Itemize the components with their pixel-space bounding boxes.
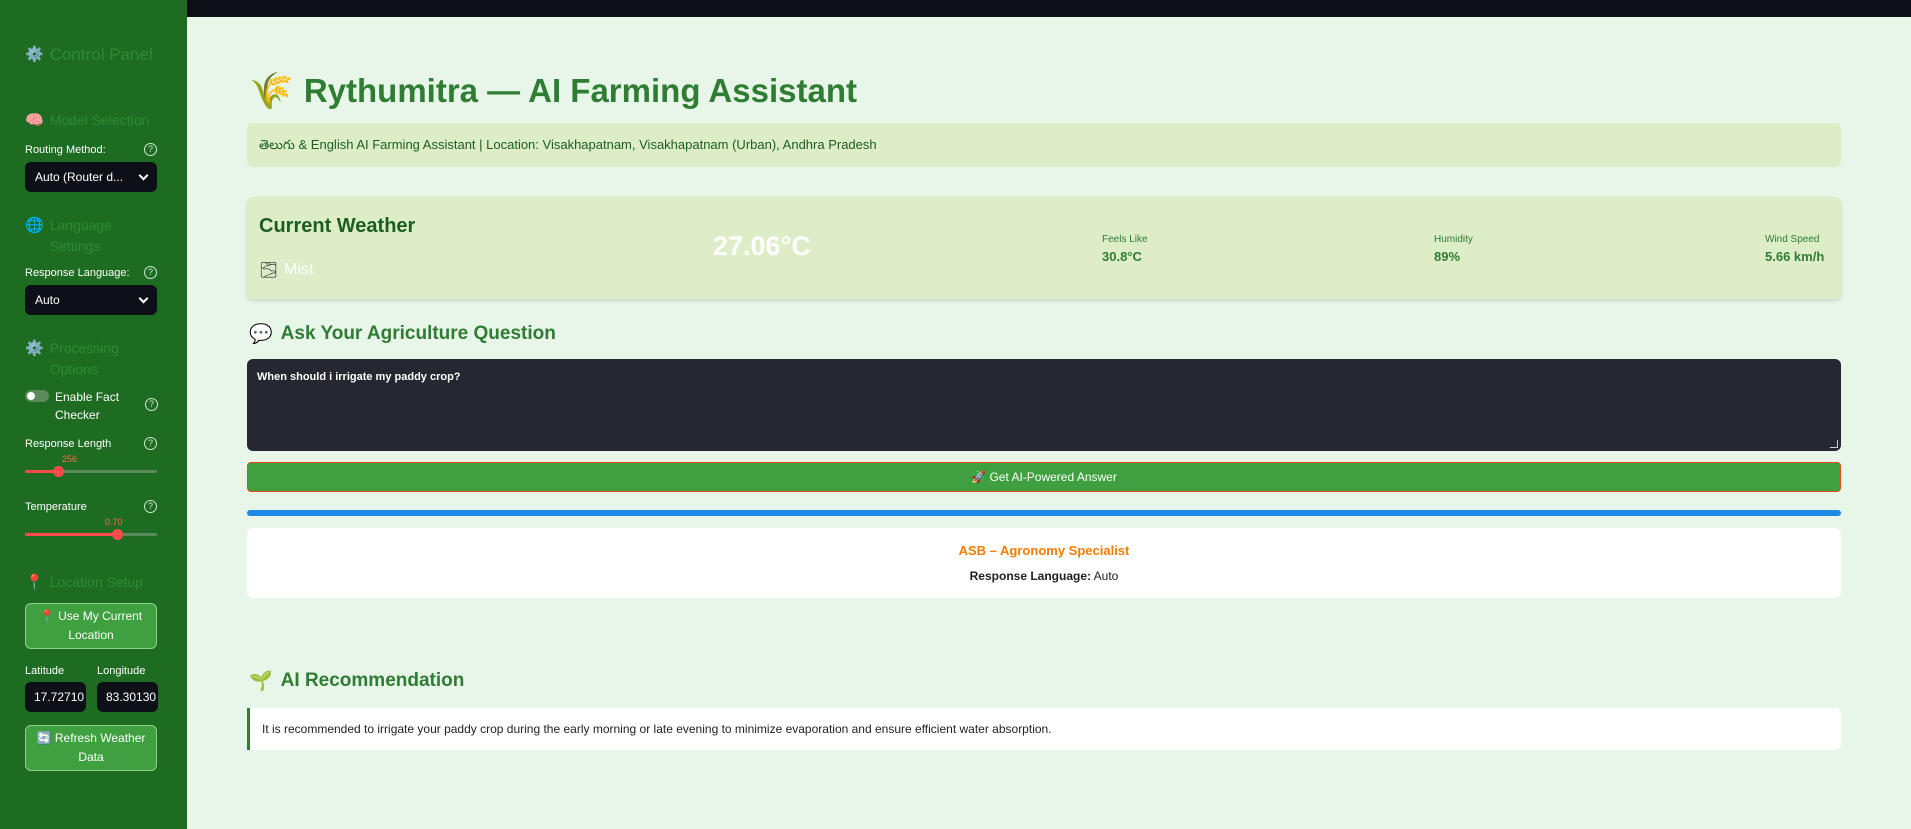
routing-method-label-row: Routing Method: ? — [25, 143, 157, 156]
longitude-label: Longitude — [97, 665, 146, 677]
wheat-icon: 🌾 — [249, 70, 294, 111]
fact-checker-toggle[interactable] — [25, 390, 49, 402]
help-icon[interactable]: ? — [144, 266, 157, 279]
weather-card: Current Weather 🌫 Mist 27.06°C Feels Lik… — [247, 197, 1841, 299]
help-icon[interactable]: ? — [144, 437, 157, 450]
weather-condition: 🌫 Mist — [259, 261, 313, 279]
response-language-value: Auto — [35, 293, 60, 307]
humidity-label: Humidity — [1434, 234, 1473, 245]
speech-bubble-icon: 💬 — [249, 324, 273, 345]
fog-icon: 🌫 — [259, 262, 279, 279]
routing-method-value: Auto (Router d... — [35, 170, 124, 184]
refresh-weather-label: Refresh Weather Data — [54, 731, 146, 764]
chevron-down-icon — [138, 170, 149, 180]
response-language-info-value: Auto — [1093, 569, 1119, 583]
wind-speed-stat: Wind Speed 5.66 km/h — [1765, 234, 1824, 264]
latitude-input[interactable]: 17.72710 — [25, 682, 86, 712]
feels-like-label: Feels Like — [1102, 234, 1148, 245]
language-settings-heading: 🌐 Language Settings — [25, 215, 165, 257]
language-settings-title: Language Settings — [49, 217, 112, 254]
chevron-down-icon — [138, 293, 149, 303]
response-language-select[interactable]: Auto — [25, 285, 157, 315]
result-card: ASB – Agronomy Specialist Response Langu… — [247, 528, 1841, 598]
response-language-info-label: Response Language: — [969, 569, 1091, 583]
model-selection-heading: 🧠 Model Selection — [25, 110, 165, 131]
get-answer-button[interactable]: 🚀 Get AI-Powered Answer — [247, 462, 1841, 492]
use-location-button[interactable]: 📍 Use My Current Location — [25, 603, 157, 649]
routing-method-label: Routing Method: — [25, 143, 106, 156]
ask-question-heading: 💬 Ask Your Agriculture Question — [249, 322, 556, 346]
fact-checker-label: Enable Fact Checker — [55, 390, 120, 422]
feels-like-stat: Feels Like 30.8°C — [1102, 234, 1148, 264]
subtitle-banner: తెలుగు & English AI Farming Assistant | … — [247, 123, 1841, 167]
brain-icon: 🧠 — [25, 112, 44, 129]
response-length-label-row: Response Length ? — [25, 437, 157, 450]
seedling-icon: 🌱 — [249, 671, 273, 692]
slider-fill — [25, 533, 118, 536]
specialist-title: ASB – Agronomy Specialist — [958, 543, 1130, 558]
top-bar — [187, 0, 1911, 17]
model-selection-title: Model Selection — [49, 112, 150, 128]
response-length-slider[interactable] — [25, 466, 157, 477]
weather-condition-text: Mist — [284, 261, 314, 278]
help-icon[interactable]: ? — [144, 143, 157, 156]
pin-icon: 📍 — [25, 574, 44, 591]
weather-title: Current Weather — [259, 215, 416, 237]
latitude-label: Latitude — [25, 665, 65, 677]
resize-handle[interactable] — [1830, 440, 1838, 448]
page-title-text: Rythumitra — AI Farming Assistant — [303, 72, 857, 109]
slider-thumb[interactable] — [112, 529, 124, 540]
help-icon[interactable]: ? — [145, 398, 158, 411]
location-setup-heading: 📍 Location Setup — [25, 572, 175, 593]
progress-bar — [247, 510, 1841, 516]
gear-icon: ⚙️ — [25, 340, 44, 357]
refresh-icon: 🔄 — [36, 731, 52, 745]
toggle-knob — [27, 392, 35, 400]
sidebar: ⚙️ Control Panel 🧠 Model Selection Routi… — [0, 0, 187, 829]
temperature-label: Temperature — [25, 500, 87, 513]
rocket-icon: 🚀 — [971, 470, 987, 484]
response-language-info: Response Language: Auto — [247, 569, 1841, 583]
globe-icon: 🌐 — [25, 217, 44, 234]
processing-options-title: Processing Options — [49, 340, 119, 377]
control-panel-title: Control Panel — [49, 45, 153, 64]
slider-thumb[interactable] — [53, 466, 64, 477]
longitude-input[interactable]: 83.30130 — [97, 682, 158, 712]
response-language-label-row: Response Language: ? — [25, 266, 157, 279]
routing-method-select[interactable]: Auto (Router d... — [25, 162, 157, 192]
control-panel-heading: ⚙️ Control Panel — [25, 44, 165, 65]
feels-like-value: 30.8°C — [1102, 249, 1142, 264]
question-text: When should i irrigate my paddy crop? — [257, 371, 461, 383]
recommendation-text: It is recommended to irrigate your paddy… — [247, 708, 1841, 750]
processing-options-heading: ⚙️ Processing Options — [25, 338, 165, 380]
question-textarea[interactable]: When should i irrigate my paddy crop? — [247, 359, 1841, 451]
ask-question-title: Ask Your Agriculture Question — [280, 323, 556, 344]
temperature-label-row: Temperature ? — [25, 500, 157, 513]
location-setup-title: Location Setup — [49, 574, 144, 590]
response-length-label: Response Length — [25, 437, 112, 450]
use-location-label: Use My Current Location — [58, 609, 143, 642]
wind-speed-value: 5.66 km/h — [1765, 249, 1825, 264]
pin-icon: 📍 — [39, 609, 55, 623]
page-title: 🌾 Rythumitra — AI Farming Assistant — [249, 70, 857, 112]
get-answer-label: Get AI-Powered Answer — [989, 470, 1117, 484]
recommendation-heading: 🌱 AI Recommendation — [249, 669, 464, 693]
weather-temperature: 27.06°C — [713, 231, 811, 261]
recommendation-title: AI Recommendation — [280, 670, 465, 691]
wind-speed-label: Wind Speed — [1765, 234, 1820, 245]
response-language-label: Response Language: — [25, 266, 130, 279]
temperature-slider[interactable] — [25, 529, 157, 540]
humidity-value: 89% — [1434, 249, 1461, 264]
temperature-value: 0.70 — [105, 517, 123, 527]
main-content: 🌾 Rythumitra — AI Farming Assistant తెలు… — [187, 17, 1911, 829]
refresh-weather-button[interactable]: 🔄 Refresh Weather Data — [25, 725, 157, 771]
response-length-value: 256 — [62, 454, 78, 464]
humidity-stat: Humidity 89% — [1434, 234, 1473, 264]
gear-icon: ⚙️ — [25, 46, 44, 63]
help-icon[interactable]: ? — [144, 500, 157, 513]
